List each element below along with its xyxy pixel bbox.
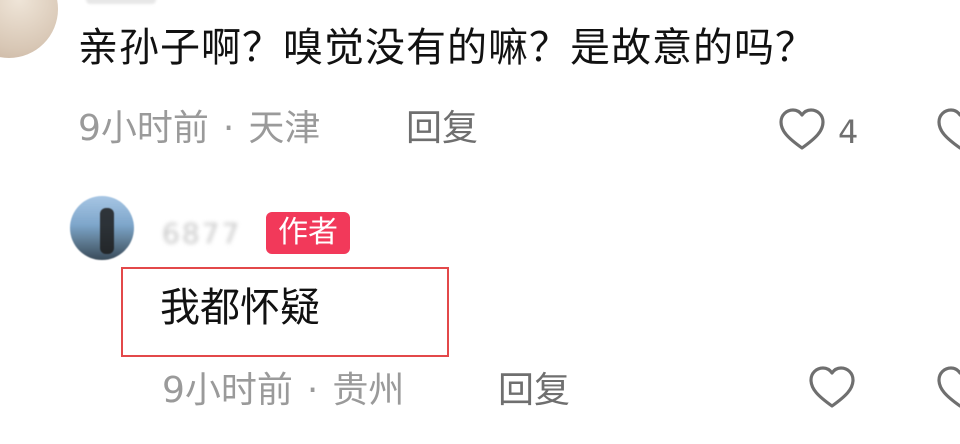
comment-time: 9小时前 bbox=[78, 108, 209, 149]
comment-text: 亲孙子啊？嗅觉没有的嘛？是故意的吗？ bbox=[78, 25, 816, 71]
commenter-avatar[interactable] bbox=[0, 0, 58, 58]
commenter-username-redacted bbox=[86, 0, 156, 4]
comment-meta: 9小时前 · 天津 bbox=[78, 108, 320, 150]
author-badge: 作者 bbox=[266, 212, 350, 254]
reply-comment-meta: 9小时前 · 贵州 bbox=[162, 370, 404, 412]
like-button[interactable] bbox=[776, 104, 828, 156]
heart-outline-icon bbox=[937, 108, 960, 150]
reply-like-button[interactable] bbox=[806, 362, 858, 414]
reply-comment-text: 我都怀疑 bbox=[160, 285, 320, 331]
meta-separator: · bbox=[222, 108, 235, 149]
author-username[interactable]: 6877 bbox=[162, 218, 241, 250]
heart-outline-icon bbox=[809, 366, 855, 408]
reply-comment-reply-button[interactable]: 回复 bbox=[498, 370, 570, 412]
dislike-button[interactable] bbox=[934, 104, 960, 156]
reply-comment-time: 9小时前 bbox=[162, 370, 293, 411]
heart-outline-icon bbox=[779, 108, 825, 150]
reply-comment-location: 贵州 bbox=[332, 370, 405, 411]
avatar-figure bbox=[100, 208, 114, 254]
reply-button[interactable]: 回复 bbox=[406, 108, 478, 150]
author-avatar[interactable] bbox=[70, 196, 134, 260]
heart-outline-icon bbox=[937, 366, 960, 408]
reply-dislike-button[interactable] bbox=[934, 362, 960, 414]
comment-location: 天津 bbox=[248, 108, 321, 149]
like-count: 4 bbox=[838, 113, 859, 151]
meta-separator: · bbox=[306, 370, 319, 411]
